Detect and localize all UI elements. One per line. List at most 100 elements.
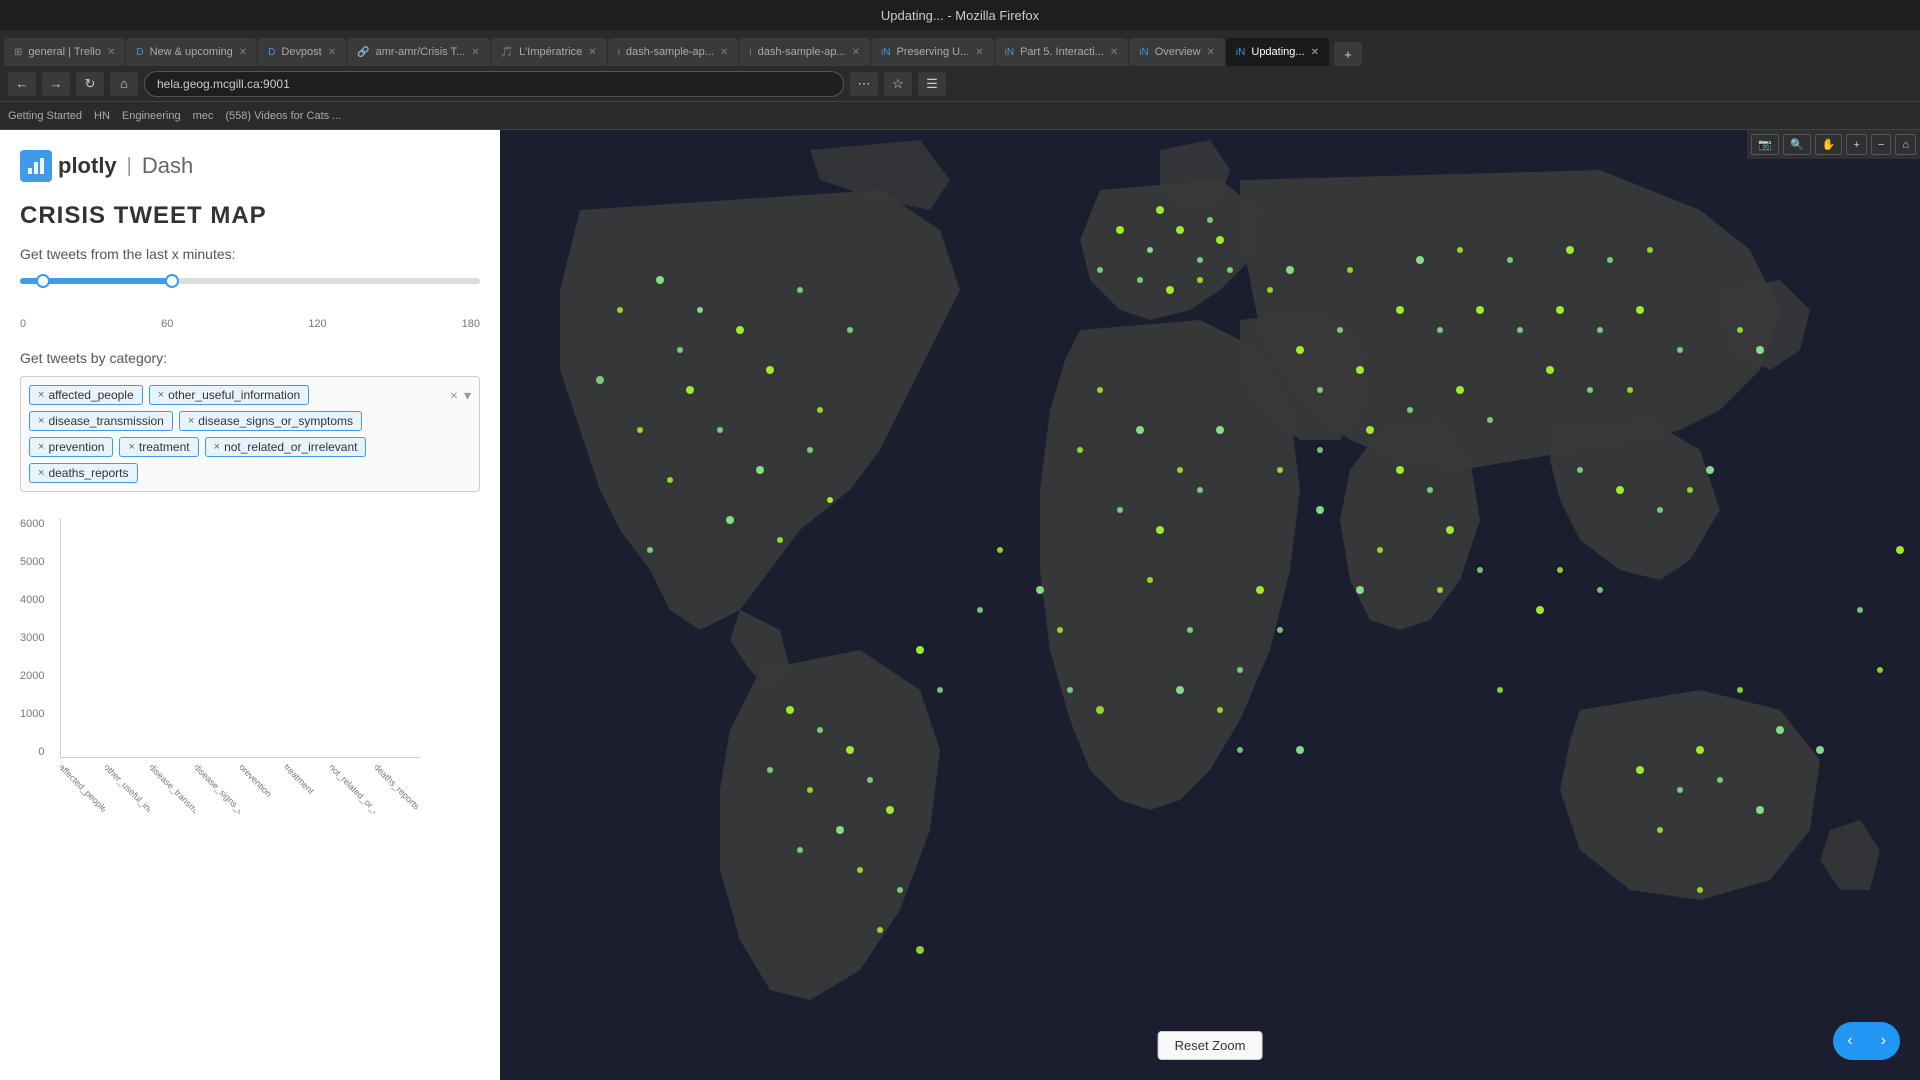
tab-bar: ⊞ general | Trello ✕ D New & upcoming ✕ … [0, 30, 1920, 66]
browser-title: Updating... - Mozilla Firefox [881, 8, 1039, 23]
tag-label-other: other_useful_information [168, 388, 300, 402]
map-tool-pan[interactable]: ✋ [1815, 134, 1843, 155]
slider-ticks: 0 60 120 180 [20, 318, 480, 330]
tab-part5[interactable]: iN Part 5. Interacti... ✕ [995, 38, 1129, 66]
map-tool-reset[interactable]: ⌂ [1895, 134, 1916, 155]
tag-label-treat: treatment [139, 440, 190, 454]
tag-not-related[interactable]: × not_related_or_irrelevant [205, 437, 367, 457]
tab-dash1[interactable]: i dash-sample-ap... ✕ [608, 38, 739, 66]
tag-x-affected[interactable]: × [38, 389, 44, 401]
x-label-deaths: deaths_reports [375, 758, 420, 838]
map-toolbar: 📷 🔍 ✋ + − ⌂ [1747, 130, 1920, 159]
tag-treatment[interactable]: × treatment [119, 437, 198, 457]
tab-close-crisis[interactable]: ✕ [471, 47, 479, 58]
tag-x-signs[interactable]: × [188, 415, 194, 427]
map-tool-zoomin[interactable]: + [1846, 134, 1866, 155]
x-label-trans: disease_transmission [150, 758, 195, 838]
tag-other-useful[interactable]: × other_useful_information [149, 385, 310, 405]
home-button[interactable]: ⌂ [110, 72, 138, 96]
tag-x-treat[interactable]: × [128, 441, 134, 453]
bookmark-mec[interactable]: mec [193, 110, 214, 122]
tab-updating[interactable]: iN Updating... ✕ [1226, 38, 1329, 66]
tag-label-notrel: not_related_or_irrelevant [224, 440, 357, 454]
tag-x-deaths[interactable]: × [38, 467, 44, 479]
tab-close-dash2[interactable]: ✕ [852, 47, 860, 58]
tab-trello[interactable]: ⊞ general | Trello ✕ [4, 38, 125, 66]
reset-zoom-button[interactable]: Reset Zoom [1158, 1031, 1263, 1060]
tag-x-other[interactable]: × [158, 389, 164, 401]
extensions-button[interactable]: ⋯ [850, 72, 878, 96]
tab-close-updating[interactable]: ✕ [1311, 47, 1319, 58]
title-bar: Updating... - Mozilla Firefox [0, 0, 1920, 30]
tab-close-devpost[interactable]: ✕ [328, 47, 336, 58]
tab-preserving[interactable]: iN Preserving U... ✕ [871, 38, 994, 66]
y-label-5000: 5000 [20, 556, 44, 568]
tag-disease-signs[interactable]: × disease_signs_or_symptoms [179, 411, 362, 431]
tab-crisis[interactable]: 🔗 amr-amr/Crisis T... ✕ [347, 38, 489, 66]
tag-label-trans: disease_transmission [48, 414, 163, 428]
bookmarks-bar: Getting Started HN Engineering mec (558)… [0, 102, 1920, 130]
tab-close-overview[interactable]: ✕ [1207, 47, 1215, 58]
bookmark-hn[interactable]: HN [94, 110, 110, 122]
bookmark-getting-started[interactable]: Getting Started [8, 110, 82, 122]
tags-clear-button[interactable]: × [450, 387, 458, 403]
new-tab-button[interactable]: + [1334, 42, 1362, 66]
tag-x-prev[interactable]: × [38, 441, 44, 453]
tab-overview[interactable]: iN Overview ✕ [1129, 38, 1225, 66]
tag-x-notrel[interactable]: × [214, 441, 220, 453]
y-label-6000: 6000 [20, 518, 44, 530]
tag-label-affected: affected_people [48, 388, 133, 402]
tag-label-prev: prevention [48, 440, 104, 454]
bookmark-engineering[interactable]: Engineering [122, 110, 181, 122]
dash-text: Dash [142, 153, 193, 179]
address-text: hela.geog.mcgill.ca:9001 [157, 77, 290, 91]
tick-180: 180 [462, 318, 480, 330]
tag-affected-people[interactable]: × affected_people [29, 385, 143, 405]
tab-close-pres[interactable]: ✕ [975, 47, 983, 58]
tag-x-trans[interactable]: × [38, 415, 44, 427]
x-label-affected: affected_people [60, 758, 105, 838]
tab-dash2[interactable]: i dash-sample-ap... ✕ [739, 38, 870, 66]
back-button[interactable]: ← [8, 72, 36, 96]
tab-close-dash1[interactable]: ✕ [720, 47, 728, 58]
y-label-4000: 4000 [20, 594, 44, 606]
chart-container: 6000 5000 4000 3000 2000 1000 0 [20, 508, 480, 838]
map-tool-camera[interactable]: 📷 [1751, 134, 1779, 155]
menu-button[interactable]: ☰ [918, 72, 946, 96]
tags-row-4: × deaths_reports [29, 463, 471, 483]
bookmark-button[interactable]: ☆ [884, 72, 912, 96]
tab-new-upcoming[interactable]: D New & upcoming ✕ [126, 38, 257, 66]
x-label-treat: treatment [285, 758, 330, 838]
bars-container [60, 518, 420, 758]
tab-close-imp[interactable]: ✕ [588, 47, 596, 58]
tag-prevention[interactable]: × prevention [29, 437, 113, 457]
tab-imperatrice[interactable]: 🎵 L'Impératrice ✕ [491, 38, 607, 66]
tab-close-part5[interactable]: ✕ [1110, 47, 1118, 58]
tags-dropdown-button[interactable]: ▾ [464, 387, 471, 404]
slider-container: Get tweets from the last x minutes: 0 60… [20, 246, 480, 330]
nav-arrows: ‹ › [1833, 1022, 1900, 1060]
tag-deaths[interactable]: × deaths_reports [29, 463, 138, 483]
y-label-1000: 1000 [20, 708, 44, 720]
browser-chrome: Updating... - Mozilla Firefox ⊞ general … [0, 0, 1920, 130]
tab-close-new[interactable]: ✕ [239, 47, 247, 58]
chart-area: 6000 5000 4000 3000 2000 1000 0 [20, 508, 440, 838]
main-content: plotly | Dash CRISIS TWEET MAP Get tweet… [0, 130, 1920, 1080]
y-label-3000: 3000 [20, 632, 44, 644]
map-tool-zoomout[interactable]: − [1871, 134, 1891, 155]
forward-button[interactable]: → [42, 72, 70, 96]
slider-label: Get tweets from the last x minutes: [20, 246, 480, 262]
tag-disease-transmission[interactable]: × disease_transmission [29, 411, 173, 431]
y-label-0: 0 [38, 746, 44, 758]
bookmark-videos[interactable]: (558) Videos for Cats ... [225, 110, 341, 122]
x-label-other: other_useful_information [105, 758, 150, 838]
map-tool-zoom[interactable]: 🔍 [1783, 134, 1811, 155]
nav-prev-button[interactable]: ‹ [1833, 1022, 1866, 1060]
map-area[interactable]: 📷 🔍 ✋ + − ⌂ [500, 130, 1920, 1080]
refresh-button[interactable]: ↻ [76, 72, 104, 96]
address-bar[interactable]: hela.geog.mcgill.ca:9001 [144, 71, 844, 97]
tab-close-trello[interactable]: ✕ [107, 47, 115, 58]
tab-devpost[interactable]: D Devpost ✕ [258, 38, 346, 66]
sidebar: plotly | Dash CRISIS TWEET MAP Get tweet… [0, 130, 500, 1080]
plotly-logo: plotly | Dash [20, 150, 193, 182]
